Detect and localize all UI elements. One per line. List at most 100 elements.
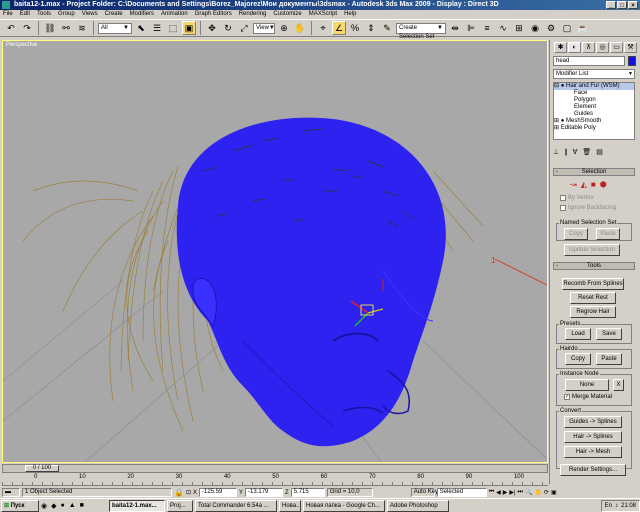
quick-launch-icon[interactable]: ▲: [69, 502, 76, 510]
stack-item-polygon[interactable]: Polygon: [554, 97, 634, 104]
menu-create[interactable]: Create: [105, 10, 123, 19]
go-to-end-icon[interactable]: ⏭: [518, 489, 523, 496]
modifier-stack[interactable]: ⊟ ● Hair and Fur (WSM) Face Polygon Elem…: [553, 82, 635, 140]
load-preset-button[interactable]: Load: [565, 328, 591, 340]
percent-snap-icon[interactable]: %: [348, 21, 362, 35]
quick-launch-icon[interactable]: ◆: [51, 502, 56, 510]
select-manipulate-icon[interactable]: ✋: [293, 21, 307, 35]
remove-modifier-icon[interactable]: 🗑: [582, 148, 591, 156]
stack-item-hair-and-fur[interactable]: ⊟ ● Hair and Fur (WSM): [554, 83, 634, 90]
pivot-center-icon[interactable]: ⊕: [277, 21, 291, 35]
track-bar[interactable]: 0 10 20 30 40 50 60 70 80 90 100: [2, 474, 548, 486]
lock-selection-icon[interactable]: 🔒: [174, 488, 184, 497]
previous-frame-icon[interactable]: ◀: [496, 489, 501, 496]
recomb-from-splines-button[interactable]: Recomb From Splines: [562, 278, 624, 290]
menu-maxscript[interactable]: MAXScript: [309, 10, 337, 19]
configure-sets-icon[interactable]: ▤: [596, 148, 603, 156]
close-button[interactable]: ×: [628, 1, 638, 9]
paste-selection-button[interactable]: Paste: [596, 228, 620, 240]
select-object-icon[interactable]: ⬉: [134, 21, 148, 35]
make-unique-icon[interactable]: ∀: [573, 148, 578, 156]
motion-tab-icon[interactable]: ◎: [596, 42, 609, 53]
edit-named-selection-icon[interactable]: ✎: [380, 21, 394, 35]
pan-icon[interactable]: ✋: [534, 489, 541, 496]
element-subobject-icon[interactable]: ⬢: [600, 180, 607, 189]
menu-edit[interactable]: Edit: [20, 10, 30, 19]
window-crossing-icon[interactable]: ▣: [182, 21, 196, 35]
maximize-button[interactable]: □: [617, 1, 627, 9]
time-slider-thumb[interactable]: 0 / 100: [25, 465, 59, 472]
stack-item-meshsmooth[interactable]: ⊞ ● MeshSmooth: [554, 118, 634, 125]
scale-icon[interactable]: ⤢: [237, 21, 251, 35]
spinner-snap-icon[interactable]: ⇕: [364, 21, 378, 35]
material-editor-icon[interactable]: ◉: [528, 21, 542, 35]
select-by-name-icon[interactable]: ☰: [150, 21, 164, 35]
guides-to-splines-button[interactable]: Guides -> Splines: [564, 416, 622, 428]
link-icon[interactable]: ⛓: [43, 21, 57, 35]
key-mode-dropdown[interactable]: Selected: [436, 488, 487, 497]
snaps-toggle-icon[interactable]: ⌖: [316, 21, 330, 35]
maxscript-listener-icon[interactable]: ▬: [2, 488, 20, 497]
modify-tab-icon[interactable]: ◐: [568, 42, 581, 53]
go-to-start-icon[interactable]: ⏮: [489, 489, 494, 496]
regrow-hair-button[interactable]: Regrow Hair: [570, 306, 616, 318]
unlink-icon[interactable]: ⚯: [59, 21, 73, 35]
minimize-button[interactable]: _: [606, 1, 616, 9]
copy-hairdo-button[interactable]: Copy: [565, 353, 591, 365]
stack-item-editable-poly[interactable]: ⊞ Editable Poly: [554, 125, 634, 132]
perspective-viewport[interactable]: Perspective 1: [2, 40, 548, 463]
menu-group[interactable]: Group: [58, 10, 75, 19]
taskbar-item-project[interactable]: Proj...: [167, 499, 193, 512]
render-frame-window-icon[interactable]: ▢: [560, 21, 574, 35]
bind-space-warp-icon[interactable]: ≋: [75, 21, 89, 35]
menu-modifiers[interactable]: Modifiers: [130, 10, 154, 19]
quick-launch-icon[interactable]: ●: [61, 502, 65, 510]
save-preset-button[interactable]: Save: [596, 328, 622, 340]
taskbar-item-google-chrome[interactable]: Новая папка - Google Ch...: [303, 499, 385, 512]
render-production-icon[interactable]: ☕: [576, 21, 590, 35]
face-subobject-icon[interactable]: ◭: [581, 180, 587, 189]
y-coordinate-field[interactable]: -13.179: [245, 488, 284, 497]
hierarchy-tab-icon[interactable]: ⊼: [582, 42, 595, 53]
render-settings-button[interactable]: Render Settings...: [560, 464, 626, 476]
menu-customize[interactable]: Customize: [273, 10, 301, 19]
taskbar-item-new[interactable]: Нова...: [279, 499, 301, 512]
stack-item-face[interactable]: Face: [554, 90, 634, 97]
display-tab-icon[interactable]: ▭: [610, 42, 623, 53]
create-tab-icon[interactable]: ✱: [554, 42, 567, 53]
move-icon[interactable]: ✥: [205, 21, 219, 35]
menu-rendering[interactable]: Rendering: [239, 10, 267, 19]
time-slider[interactable]: 0 / 100: [2, 464, 548, 473]
hair-to-mesh-button[interactable]: Hair -> Mesh: [564, 446, 622, 458]
next-frame-icon[interactable]: ▶|: [509, 489, 515, 496]
curve-editor-icon[interactable]: ∿: [496, 21, 510, 35]
play-icon[interactable]: ▶: [503, 489, 508, 496]
polygon-subobject-icon[interactable]: ■: [591, 180, 596, 189]
taskbar-item-photoshop[interactable]: Adobe Photoshop: [387, 499, 449, 512]
update-selection-button[interactable]: Update Selection: [564, 244, 620, 256]
paste-hairdo-button[interactable]: Paste: [596, 353, 622, 365]
copy-selection-button[interactable]: Copy: [564, 228, 588, 240]
quick-launch-icon[interactable]: ◉: [41, 502, 47, 510]
menu-views[interactable]: Views: [82, 10, 98, 19]
layer-manager-icon[interactable]: ≡: [480, 21, 494, 35]
mirror-icon[interactable]: ⇹: [448, 21, 462, 35]
align-icon[interactable]: ⊫: [464, 21, 478, 35]
merge-material-checkbox[interactable]: ✓ Merge Material: [564, 394, 612, 400]
orbit-icon[interactable]: ⟳: [544, 489, 549, 496]
utilities-tab-icon[interactable]: ⚒: [624, 42, 637, 53]
modifier-list-dropdown[interactable]: Modifier List: [553, 69, 635, 79]
volume-icon[interactable]: ♪: [615, 501, 618, 511]
tools-rollout-header[interactable]: Tools: [553, 262, 635, 270]
instance-node-none-button[interactable]: None: [565, 379, 609, 391]
selection-filter-dropdown[interactable]: All ▼: [98, 22, 132, 34]
object-color-swatch[interactable]: [628, 56, 636, 66]
angle-snap-icon[interactable]: ∠: [332, 21, 346, 35]
reference-coord-dropdown[interactable]: View ▼: [253, 22, 275, 34]
named-selection-dropdown[interactable]: Create Selection Set ▼: [396, 22, 446, 40]
hair-to-splines-button[interactable]: Hair -> Splines: [564, 431, 622, 443]
zoom-icon[interactable]: 🔍: [525, 489, 532, 496]
selection-rollout-header[interactable]: Selection: [553, 168, 635, 176]
clear-instance-button[interactable]: X: [613, 379, 624, 391]
reset-rest-button[interactable]: Reset Rest: [570, 292, 616, 304]
